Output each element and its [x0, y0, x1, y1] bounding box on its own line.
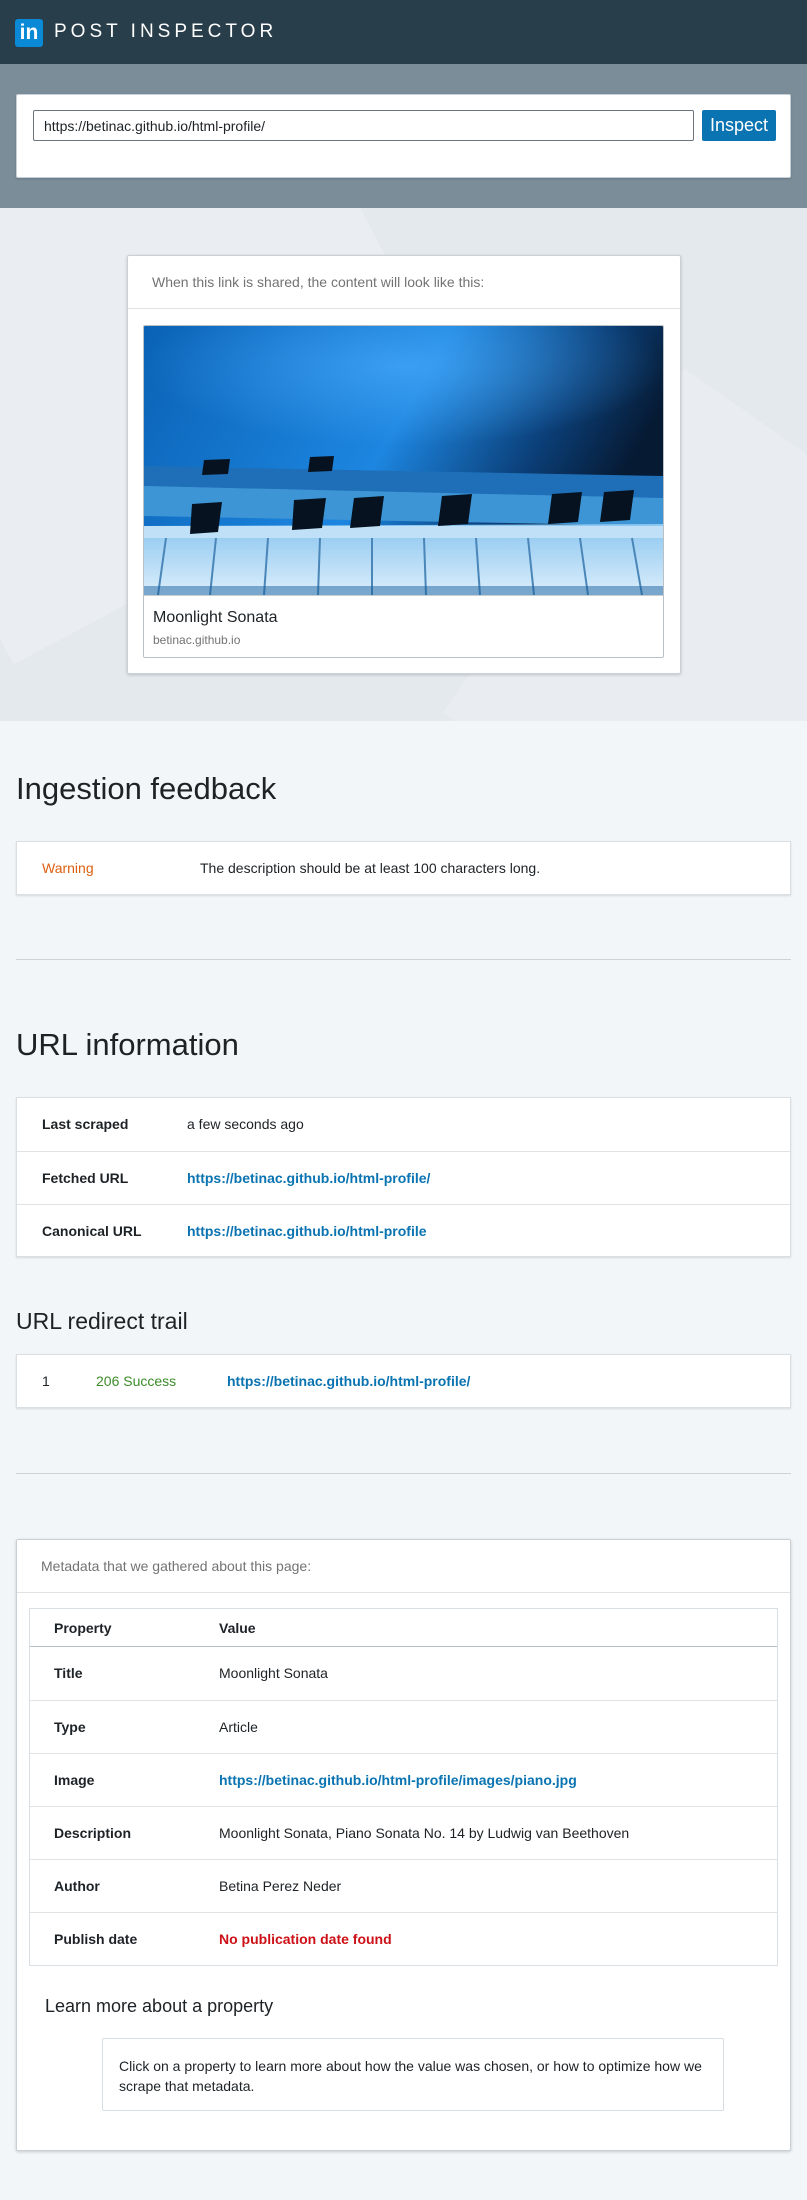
redirect-status: 206 Success: [96, 1373, 177, 1389]
url-input[interactable]: [33, 110, 694, 141]
canonical-url-link[interactable]: https://betinac.github.io/html-profile: [187, 1205, 427, 1258]
redirect-index: 1: [42, 1373, 50, 1389]
url-info-value: a few seconds ago: [187, 1116, 304, 1132]
url-information-panel: Last scraped a few seconds ago Fetched U…: [16, 1097, 791, 1257]
metadata-caption: Metadata that we gathered about this pag…: [41, 1558, 312, 1574]
metadata-row-author[interactable]: Author Betina Perez Neder: [30, 1859, 777, 1912]
top-bar: in POST INSPECTOR: [0, 0, 807, 64]
section-divider: [16, 1473, 791, 1474]
url-info-row-last-scraped: Last scraped a few seconds ago: [17, 1098, 790, 1151]
url-redirect-trail-heading: URL redirect trail: [16, 1308, 188, 1334]
divider: [128, 308, 680, 309]
metadata-table: Property Value Title Moonlight Sonata Ty…: [29, 1608, 778, 1966]
app-title: POST INSPECTOR: [54, 21, 278, 42]
redirect-trail-panel: 1 206 Success https://betinac.github.io/…: [16, 1354, 791, 1408]
property-name[interactable]: Title: [54, 1647, 83, 1699]
ingestion-feedback-panel: Warning The description should be at lea…: [16, 841, 791, 895]
metadata-row-description[interactable]: Description Moonlight Sonata, Piano Sona…: [30, 1806, 777, 1859]
warning-level: Warning: [42, 860, 94, 876]
share-title: Moonlight Sonata: [153, 609, 278, 626]
url-info-row-fetched-url: Fetched URL https://betinac.github.io/ht…: [17, 1151, 790, 1204]
warning-message: The description should be at least 100 c…: [200, 860, 541, 876]
metadata-card: Metadata that we gathered about this pag…: [16, 1539, 791, 2151]
metadata-row-title[interactable]: Title Moonlight Sonata: [30, 1647, 777, 1700]
inspect-button[interactable]: Inspect: [702, 110, 776, 141]
metadata-row-type[interactable]: Type Article: [30, 1700, 777, 1753]
property-name[interactable]: Description: [54, 1807, 131, 1859]
linkedin-logo-icon[interactable]: in: [15, 19, 43, 47]
property-value: Article: [219, 1719, 258, 1735]
metadata-table-header: Property Value: [30, 1609, 777, 1647]
search-card: Inspect: [16, 94, 791, 178]
share-domain: betinac.github.io: [153, 633, 241, 647]
preview-caption: When this link is shared, the content wi…: [152, 274, 485, 290]
divider: [17, 1592, 790, 1593]
redirect-row: 1 206 Success https://betinac.github.io/…: [17, 1355, 790, 1408]
property-value-error: No publication date found: [219, 1931, 392, 1947]
property-value: Moonlight Sonata, Piano Sonata No. 14 by…: [219, 1825, 630, 1841]
url-info-label: Last scraped: [42, 1116, 129, 1132]
property-name[interactable]: Type: [54, 1701, 86, 1753]
url-information-heading: URL information: [16, 1027, 239, 1062]
learn-more-heading: Learn more about a property: [45, 1996, 274, 2016]
feedback-row: Warning The description should be at lea…: [17, 842, 790, 895]
image-url-link[interactable]: https://betinac.github.io/html-profile/i…: [219, 1754, 577, 1806]
share-preview[interactable]: Moonlight Sonata betinac.github.io: [143, 325, 664, 658]
property-value: Betina Perez Neder: [219, 1878, 342, 1894]
metadata-row-publish-date[interactable]: Publish date No publication date found: [30, 1912, 777, 1965]
property-name[interactable]: Publish date: [54, 1913, 137, 1965]
column-header-property: Property: [54, 1620, 112, 1636]
fetched-url-link[interactable]: https://betinac.github.io/html-profile/: [187, 1152, 430, 1205]
share-text: Moonlight Sonata betinac.github.io: [144, 595, 663, 657]
share-preview-card: When this link is shared, the content wi…: [127, 255, 681, 674]
url-info-label: Canonical URL: [42, 1223, 142, 1239]
property-value: Moonlight Sonata: [219, 1665, 328, 1681]
property-name[interactable]: Image: [54, 1754, 94, 1806]
url-info-label: Fetched URL: [42, 1170, 129, 1186]
learn-more-box: Click on a property to learn more about …: [102, 2038, 724, 2111]
piano-keys-image: [144, 326, 663, 595]
metadata-row-image[interactable]: Image https://betinac.github.io/html-pro…: [30, 1753, 777, 1806]
ingestion-feedback-heading: Ingestion feedback: [16, 771, 277, 806]
property-name[interactable]: Author: [54, 1860, 100, 1912]
url-info-row-canonical-url: Canonical URL https://betinac.github.io/…: [17, 1204, 790, 1257]
redirect-url-link[interactable]: https://betinac.github.io/html-profile/: [227, 1355, 470, 1408]
column-header-value: Value: [219, 1620, 256, 1636]
section-divider: [16, 959, 791, 960]
